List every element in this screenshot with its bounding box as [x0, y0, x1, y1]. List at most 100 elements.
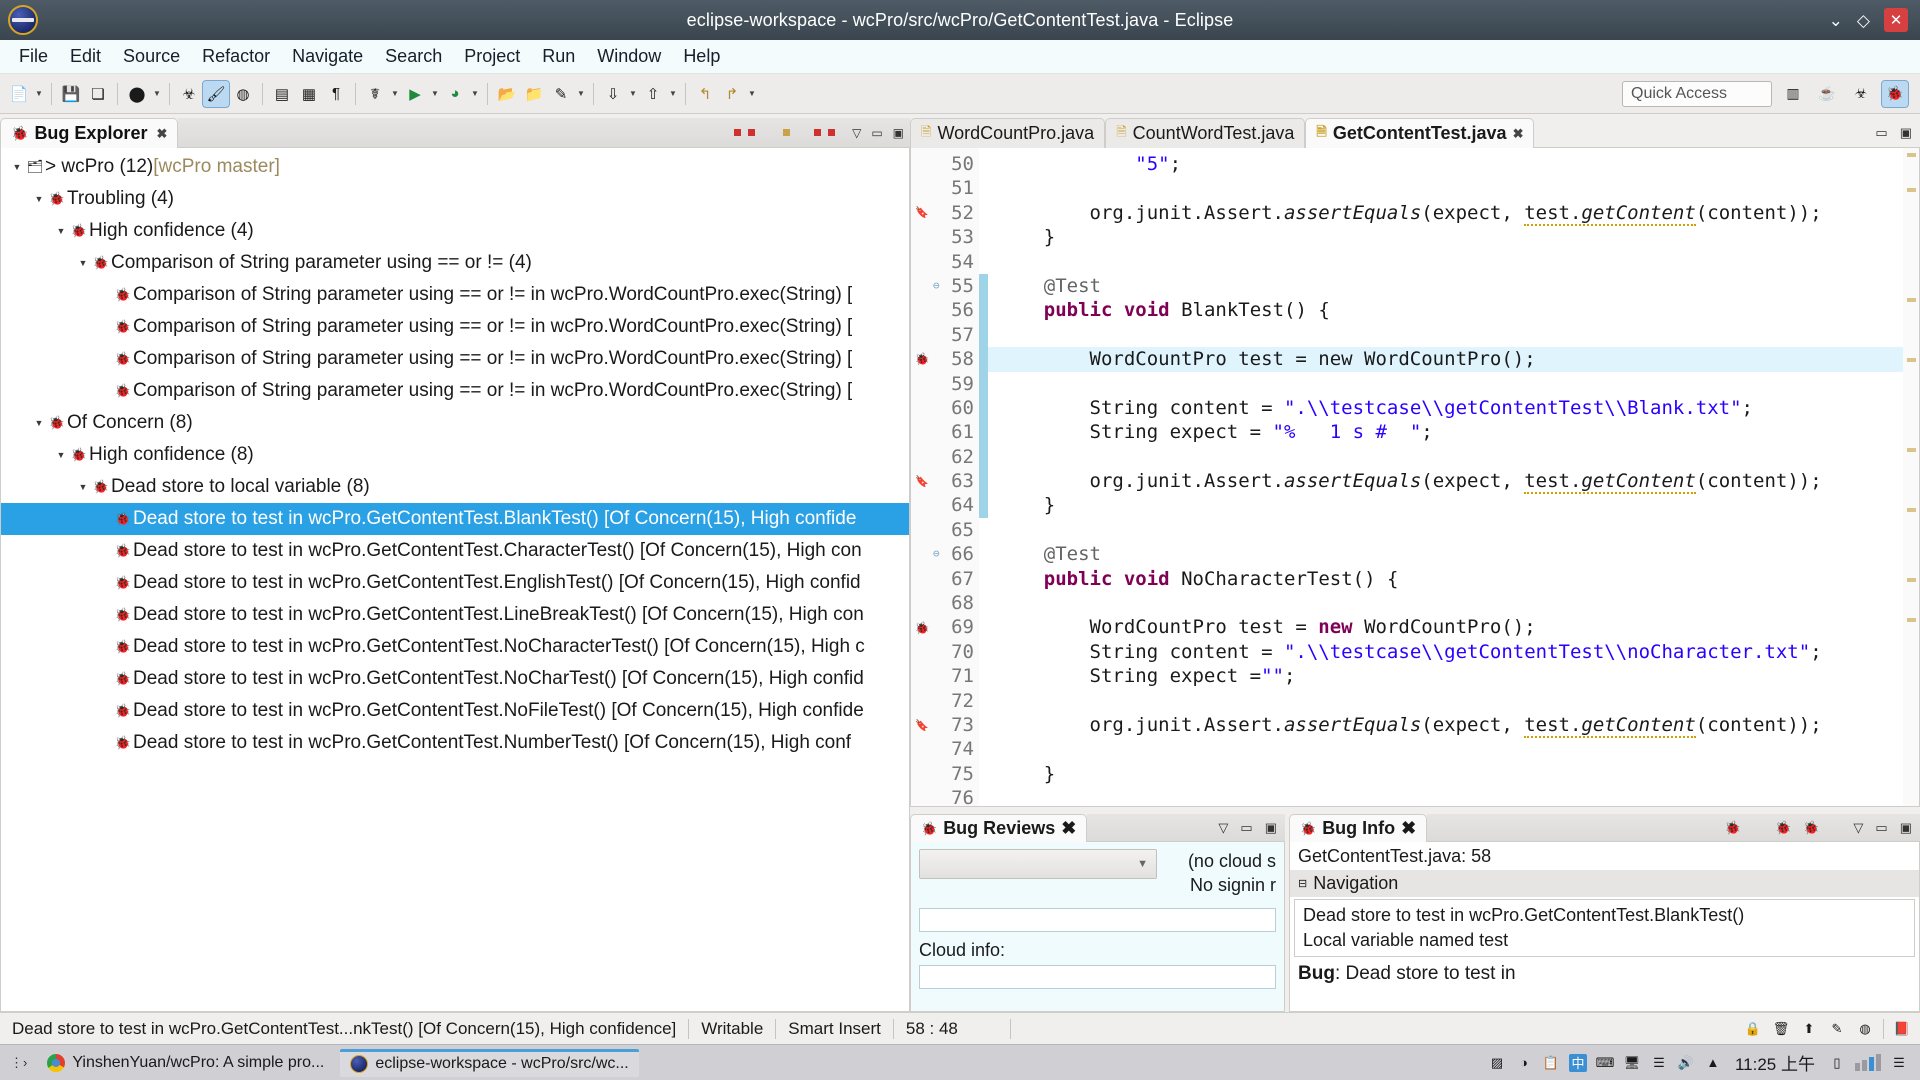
menu-help[interactable]: Help [672, 42, 731, 71]
expand-arrow-icon[interactable]: ▼ [53, 450, 69, 460]
code-line[interactable]: @Test [988, 274, 1903, 298]
code-line[interactable]: @Test [988, 542, 1903, 566]
save-icon[interactable]: 💾 [58, 81, 84, 107]
expand-arrow-icon[interactable]: ▼ [75, 482, 91, 492]
monitor-icon[interactable]: 🖥 [1623, 1054, 1641, 1072]
overview-marker[interactable] [1907, 618, 1916, 622]
filter-red-icon[interactable] [828, 129, 836, 136]
code-line[interactable]: String content = ".\\testcase\\getConten… [988, 396, 1903, 420]
code-line[interactable] [988, 786, 1903, 806]
tree-item[interactable]: 🐞 Comparison of String parameter using ==… [1, 343, 909, 375]
menu-icon[interactable]: ☰ [1890, 1054, 1908, 1072]
signal-icon[interactable] [1855, 1054, 1881, 1071]
tree-item[interactable]: ▼ 🐞 Troubling (4) [1, 183, 909, 215]
menu-source[interactable]: Source [112, 42, 191, 71]
editor-code-area[interactable]: "5"; org.junit.Assert.assertEquals(expec… [988, 148, 1903, 806]
maximize-icon[interactable]: ◇ [1857, 12, 1870, 29]
bug-filter-icon[interactable]: 🐞 [1725, 820, 1741, 836]
upload-icon[interactable]: ⬆ [1799, 1019, 1819, 1039]
new-annotation-icon[interactable]: ¶ [323, 81, 349, 107]
volume-icon[interactable]: 🔊 [1677, 1054, 1695, 1072]
minimize-view-icon[interactable]: ▭ [1240, 820, 1252, 836]
keyboard-icon[interactable]: ⌨ [1596, 1054, 1615, 1072]
tree-item[interactable]: ▼ 🐞 Comparison of String parameter using =… [1, 247, 909, 279]
tree-item[interactable]: 🐞 Dead store to test in wcPro.GetContentT… [1, 535, 909, 567]
tree-item[interactable]: ▼ 🐞 Of Concern (8) [1, 407, 909, 439]
debug-icon[interactable]: ⬤ [124, 81, 150, 107]
code-line[interactable]: String expect = "% 1 s # "; [988, 420, 1903, 444]
minimize-icon[interactable]: ⌄ [1829, 12, 1843, 29]
menu-project[interactable]: Project [453, 42, 531, 71]
filter-yellow-icon[interactable] [783, 129, 791, 136]
info-icon[interactable]: ◍ [1855, 1019, 1875, 1039]
view-menu-icon[interactable]: ▽ [1218, 820, 1228, 836]
tab-bug-reviews[interactable]: 🐞 Bug Reviews ✖ [910, 814, 1088, 842]
perspective-debug-icon[interactable]: ☣ [1848, 81, 1874, 107]
overview-marker[interactable] [1907, 298, 1916, 302]
trash-icon[interactable]: 🗑 [1771, 1019, 1791, 1039]
tree-item[interactable]: ▼ 🐞 High confidence (4) [1, 215, 909, 247]
overview-marker[interactable] [1907, 188, 1916, 192]
code-line[interactable]: org.junit.Assert.assertEquals(expect, te… [988, 469, 1903, 495]
code-line[interactable] [988, 250, 1903, 274]
quick-access-input[interactable]: Quick Access [1622, 80, 1772, 107]
maximize-view-icon[interactable]: ▣ [1900, 820, 1912, 836]
minimize-editor-icon[interactable]: ▭ [1875, 125, 1887, 141]
pencil-icon[interactable]: ✎ [548, 81, 574, 107]
taskbar-item-chrome[interactable]: YinshenYuan/wcPro: A simple pro... [37, 1048, 335, 1077]
show-desktop-icon[interactable]: ⋮› [6, 1055, 31, 1071]
code-line[interactable] [988, 323, 1903, 347]
menu-navigate[interactable]: Navigate [281, 42, 374, 71]
forward-icon[interactable]: ↱ [719, 81, 745, 107]
next-annotation-icon[interactable]: ⇩ [600, 81, 626, 107]
filter-red-icon[interactable] [814, 129, 822, 136]
debug-as-dropdown-icon[interactable]: ▼ [389, 89, 401, 98]
pencil-icon[interactable]: ✎ [1827, 1019, 1847, 1039]
menu-run[interactable]: Run [531, 42, 586, 71]
code-line[interactable]: } [988, 493, 1903, 517]
code-line[interactable] [988, 518, 1903, 542]
maximize-editor-icon[interactable]: ▣ [1900, 125, 1912, 141]
menu-edit[interactable]: Edit [59, 42, 112, 71]
expand-arrow-icon[interactable]: ▼ [31, 194, 47, 204]
cloud-info-input[interactable] [919, 964, 1276, 989]
tab-bug-explorer[interactable]: 🐞 Bug Explorer ✖ [0, 118, 179, 148]
code-line[interactable] [988, 737, 1903, 761]
bug-rank-icon[interactable]: 🐞 [1775, 820, 1791, 836]
run-dropdown-icon[interactable]: ▼ [429, 89, 441, 98]
tree-item[interactable]: 🐞 Dead store to test in wcPro.GetContentT… [1, 695, 909, 727]
code-line[interactable]: WordCountPro test = new WordCountPro(); [988, 615, 1903, 639]
menu-file[interactable]: File [8, 42, 59, 71]
code-line[interactable] [988, 689, 1903, 713]
maximize-view-icon[interactable]: ▣ [893, 126, 904, 140]
overview-marker[interactable] [1907, 508, 1916, 512]
previous-annotation-icon[interactable]: ⇧ [640, 81, 666, 107]
expand-arrow-icon[interactable]: ▼ [9, 162, 25, 172]
code-line[interactable]: public void BlankTest() { [988, 298, 1903, 322]
perspective-findbugs-icon[interactable]: 🐞 [1881, 79, 1909, 108]
review-comment-input[interactable] [919, 907, 1276, 932]
next-annotation-dropdown-icon[interactable]: ▼ [627, 89, 639, 98]
close-icon[interactable]: ✖ [1401, 818, 1416, 839]
expand-arrow-icon[interactable]: ▼ [75, 258, 91, 268]
pencil-dropdown-icon[interactable]: ▼ [575, 89, 587, 98]
fold-icon[interactable]: ⊖ [933, 274, 940, 298]
editor-tab-countwordtest[interactable]: 🗎 CountWordTest.java [1105, 118, 1306, 148]
view-menu-icon[interactable]: ▽ [1853, 820, 1863, 836]
code-line[interactable]: } [988, 762, 1903, 786]
clear-marks-icon[interactable]: ◍ [230, 81, 256, 107]
tree-item[interactable]: ▼ 🐞 High confidence (8) [1, 439, 909, 471]
forward-dropdown-icon[interactable]: ▼ [746, 89, 758, 98]
close-icon[interactable]: ✖ [156, 126, 167, 142]
bug-info-navigation-header[interactable]: ⊟ Navigation [1290, 870, 1919, 897]
code-line[interactable]: } [988, 225, 1903, 249]
back-icon[interactable]: ↰ [692, 81, 718, 107]
editor-annotation-ruler[interactable]: 🔖 🐞 🔖 🐞 🔖 [911, 148, 933, 806]
menu-search[interactable]: Search [374, 42, 453, 71]
open-resource-icon[interactable]: 📁 [521, 81, 547, 107]
editor-tab-getcontenttest[interactable]: 🗎 GetContentTest.java ✖ [1305, 118, 1535, 148]
close-icon[interactable]: ✖ [1061, 818, 1076, 839]
bug-pattern-icon[interactable]: 🐞 [1803, 820, 1819, 836]
clipboard-icon[interactable]: ◑ [1515, 1054, 1533, 1072]
selected-code[interactable]: WordCountPro test = new WordCountPro(); [1090, 348, 1536, 370]
